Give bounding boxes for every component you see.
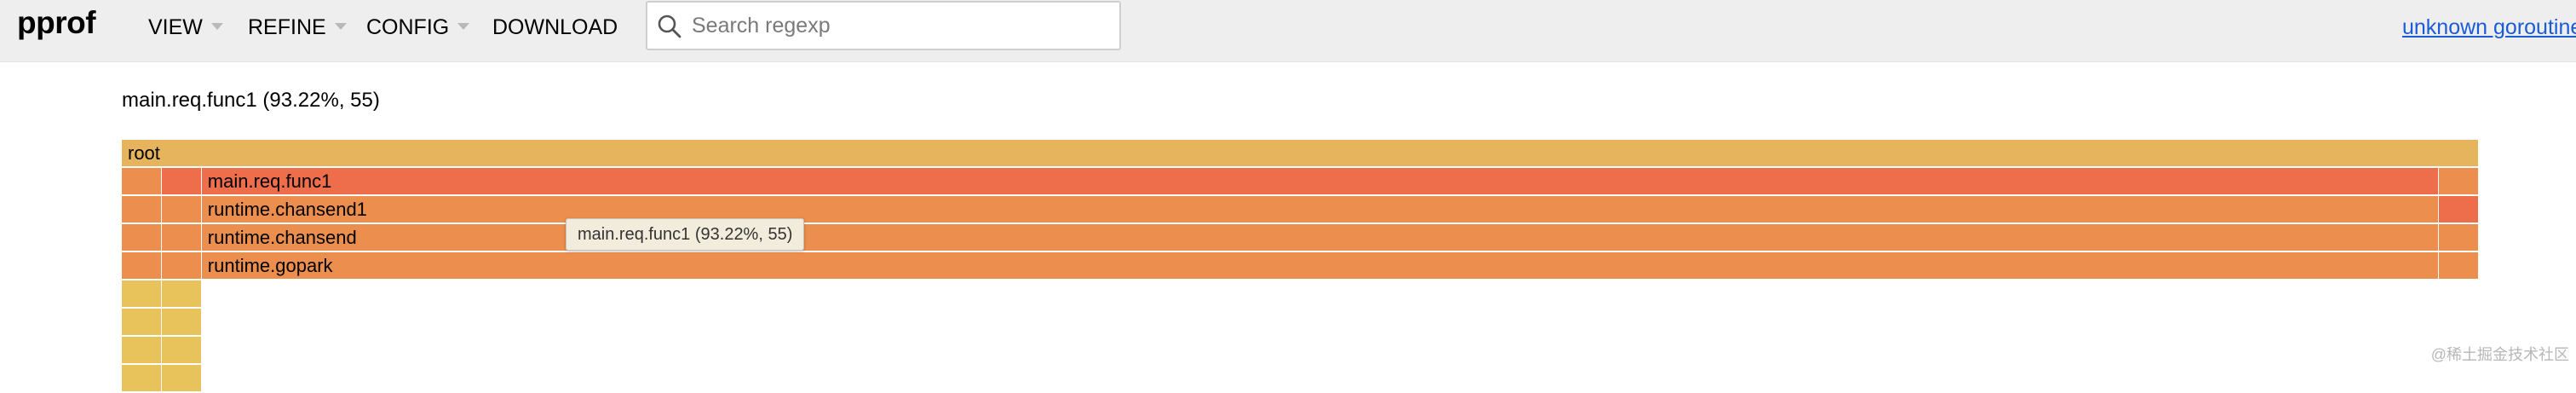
flame-frame[interactable]	[161, 337, 202, 365]
flame-frame[interactable]	[2439, 224, 2479, 252]
flame-frame[interactable]	[122, 168, 162, 196]
flame-frame[interactable]	[122, 196, 162, 224]
flame-frame[interactable]	[122, 337, 162, 365]
flame-frame[interactable]	[122, 280, 162, 309]
flame-frame-runtime-chansend1[interactable]: runtime.chansend1	[201, 196, 2440, 224]
flame-frame[interactable]	[2439, 252, 2479, 280]
flame-frame[interactable]	[161, 252, 202, 280]
flame-frame-main-req-func1[interactable]: main.req.func1	[201, 168, 2440, 196]
flame-frame-root[interactable]: root	[122, 140, 2479, 168]
flame-frame[interactable]	[161, 280, 202, 309]
flame-frame[interactable]	[2439, 196, 2479, 224]
flame-frame[interactable]	[161, 309, 202, 337]
watermark: @稀土掘金技术社区	[2430, 346, 2569, 363]
flame-frame[interactable]	[122, 224, 162, 252]
flame-frame-runtime-gopark[interactable]: runtime.gopark	[201, 252, 2440, 280]
flame-frame[interactable]	[122, 252, 162, 280]
flame-frame[interactable]	[161, 168, 202, 196]
flame-frame[interactable]	[2439, 168, 2479, 196]
flame-frame[interactable]	[161, 224, 202, 252]
flame-frame[interactable]	[161, 196, 202, 224]
flame-frame-runtime-chansend[interactable]: runtime.chansend	[201, 224, 2440, 252]
flame-frame[interactable]	[122, 309, 162, 337]
flame-graph: root main.req.func1 runtime.chansend1 runti…	[0, 0, 2576, 393]
flame-frame[interactable]	[122, 365, 162, 393]
flame-frame[interactable]	[161, 365, 202, 393]
frame-tooltip: main.req.func1 (93.22%, 55)	[566, 218, 805, 251]
